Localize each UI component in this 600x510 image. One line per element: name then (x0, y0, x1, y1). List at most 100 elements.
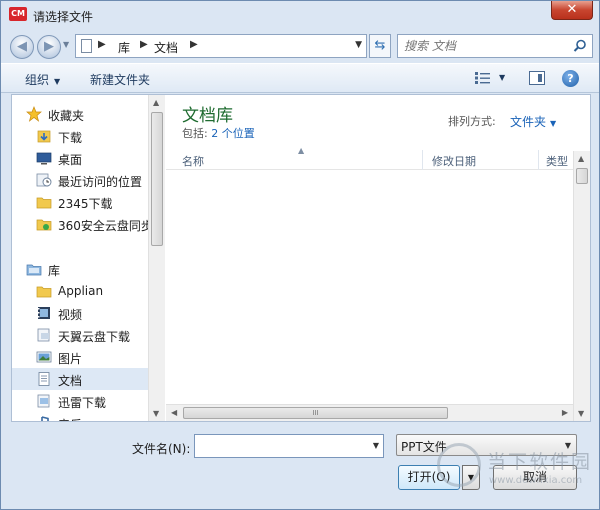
close-button[interactable]: ✕ (551, 1, 593, 20)
navigation-pane[interactable]: 收藏夹 下载 桌面 最近访问的位置 2345下载 360安全云盘同步 库 App… (12, 95, 148, 421)
chevron-right-icon[interactable]: ▶ (190, 39, 198, 50)
video-icon (38, 307, 50, 319)
preview-pane-icon[interactable] (529, 71, 545, 85)
arrange-by-dropdown[interactable]: 文件夹 ▼ (510, 113, 556, 130)
file-name-label: 文件名(N): (132, 442, 191, 456)
sidebar-item-desktop[interactable]: 桌面 (12, 147, 148, 169)
chevron-right-icon[interactable]: ▶ (98, 39, 106, 50)
sidebar-item-thunder-downloads[interactable]: 迅雷下载 (12, 390, 148, 412)
sidebar-item-recent[interactable]: 最近访问的位置 (12, 169, 148, 191)
file-open-dialog: CM 请选择文件 ✕ ◀ ▶ ▼ ▶ 库 ▶ 文档 ▶ ▼ ⇆ 组织 ▼ (0, 0, 600, 510)
sidebar-item-label: Applian (58, 284, 104, 298)
sidebar-item-documents[interactable]: 文档 (12, 368, 148, 390)
organize-label: 组织 (25, 73, 50, 87)
back-button[interactable]: ◀ (10, 35, 34, 59)
sidebar-item-pictures[interactable]: 图片 (12, 346, 148, 368)
scroll-right-icon[interactable]: ▶ (562, 408, 568, 417)
breadcrumb-documents[interactable]: 文档 (154, 39, 178, 56)
view-dropdown-icon[interactable]: ▼ (499, 73, 505, 82)
new-folder-button[interactable]: 新建文件夹 (90, 71, 150, 88)
sidebar-item-label: 库 (48, 264, 61, 278)
column-header-date-modified[interactable]: 修改日期 (432, 153, 476, 169)
address-dropdown[interactable]: ▼ (355, 40, 362, 50)
chevron-down-icon[interactable]: ▼ (373, 441, 379, 450)
refresh-icon: ⇆ (374, 38, 386, 53)
column-divider[interactable] (538, 150, 539, 170)
sidebar-item-label: 360安全云盘同步 (58, 219, 148, 233)
scrollbar-thumb[interactable] (576, 168, 588, 184)
sidebar-item-360-cloud-sync[interactable]: 360安全云盘同步 (12, 213, 148, 235)
main-area: 收藏夹 下载 桌面 最近访问的位置 2345下载 360安全云盘同步 库 App… (11, 94, 591, 422)
navigation-scrollbar[interactable]: ▲ ▼ (148, 95, 165, 421)
search-box[interactable] (397, 34, 593, 58)
sidebar-item-applian[interactable]: Applian (12, 280, 148, 302)
file-list-vertical-scrollbar[interactable]: ▲ ▼ (573, 151, 590, 421)
sidebar-item-label: 最近访问的位置 (58, 175, 143, 189)
sidebar-item-label: 2345下载 (58, 197, 113, 211)
forward-button[interactable]: ▶ (37, 35, 61, 59)
breadcrumb-library[interactable]: 库 (118, 39, 130, 56)
scroll-down-icon[interactable]: ▼ (578, 409, 584, 418)
file-list-horizontal-scrollbar[interactable]: ◀ III ▶ (166, 404, 573, 421)
open-button[interactable]: 打开(O) (398, 465, 460, 490)
music-icon (41, 416, 49, 421)
app-logo-icon: CM (9, 7, 27, 21)
scrollbar-thumb[interactable]: III (183, 407, 448, 419)
scrollbar-thumb[interactable] (151, 112, 163, 246)
includes-label: 包括: (182, 127, 208, 140)
file-name-input[interactable] (198, 437, 364, 455)
arrange-by-value: 文件夹 (510, 115, 547, 129)
open-options-dropdown[interactable]: ▼ (462, 465, 480, 490)
sidebar-item-downloads[interactable]: 下载 (12, 125, 148, 147)
column-header-type[interactable]: 类型 (546, 153, 568, 169)
scroll-down-icon[interactable]: ▼ (153, 409, 159, 418)
sidebar-item-music[interactable]: 音乐 (12, 412, 148, 421)
arrange-by-label: 排列方式: (448, 115, 496, 128)
sidebar-item-label: 天翼云盘下载 (58, 330, 131, 344)
file-list-pane[interactable]: 文档库 包括: 2 个位置 排列方式: 文件夹 ▼ ▲ 名称 修改日期 类型 ▲ … (166, 95, 590, 421)
organize-button[interactable]: 组织 ▼ (25, 71, 60, 88)
sidebar-item-2345-downloads[interactable]: 2345下载 (12, 191, 148, 213)
includes-locations-link[interactable]: 2 个位置 (211, 127, 255, 140)
sidebar-item-videos[interactable]: 视频 (12, 302, 148, 324)
star-icon (26, 106, 42, 122)
help-icon[interactable]: ? (562, 70, 579, 87)
recent-places-icon (36, 173, 52, 187)
address-bar[interactable]: ▶ 库 ▶ 文档 ▶ ▼ (75, 34, 367, 58)
desktop-icon (36, 152, 52, 165)
recent-locations-dropdown[interactable]: ▼ (63, 40, 69, 49)
thunder-download-icon (37, 394, 50, 408)
folder-icon (36, 286, 52, 298)
chevron-right-icon[interactable]: ▶ (140, 39, 148, 50)
sidebar-item-favorites[interactable]: 收藏夹 (12, 103, 148, 125)
forward-arrow-icon: ▶ (44, 39, 54, 54)
search-icon[interactable] (573, 39, 587, 53)
file-name-combobox[interactable]: ▼ (194, 434, 384, 458)
sidebar-item-label: 收藏夹 (48, 109, 85, 123)
library-includes: 包括: 2 个位置 (182, 125, 255, 141)
sidebar-item-label: 下载 (58, 131, 83, 145)
search-input[interactable] (402, 37, 568, 55)
cloud-folder-icon (36, 219, 52, 231)
cloud-download-icon (37, 328, 50, 342)
title-bar[interactable]: CM 请选择文件 ✕ (1, 1, 599, 31)
chevron-down-icon: ▼ (467, 473, 475, 482)
column-header-row: ▲ 名称 修改日期 类型 (166, 146, 574, 170)
sidebar-item-label: 视频 (58, 308, 83, 322)
sort-ascending-icon: ▲ (298, 146, 305, 155)
window-title: 请选择文件 (33, 10, 94, 24)
refresh-button[interactable]: ⇆ (369, 34, 391, 58)
scroll-up-icon[interactable]: ▲ (153, 98, 159, 107)
back-arrow-icon: ◀ (17, 39, 27, 54)
sidebar-item-tianyi-cloud-downloads[interactable]: 天翼云盘下载 (12, 324, 148, 346)
cancel-button[interactable]: 取消 (493, 465, 577, 490)
view-options-icon[interactable] (475, 72, 491, 84)
scroll-up-icon[interactable]: ▲ (578, 154, 584, 163)
sidebar-item-libraries[interactable]: 库 (12, 258, 148, 280)
column-divider[interactable] (422, 150, 423, 170)
scroll-left-icon[interactable]: ◀ (171, 408, 177, 417)
chevron-down-icon: ▼ (54, 77, 61, 86)
sidebar-item-label: 图片 (58, 352, 83, 366)
column-header-name[interactable]: 名称 (182, 153, 204, 169)
file-type-select[interactable]: PPT文件 ▼ (396, 434, 577, 456)
